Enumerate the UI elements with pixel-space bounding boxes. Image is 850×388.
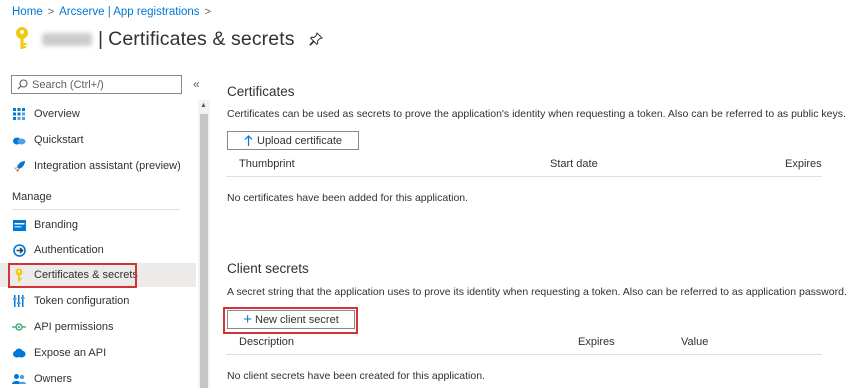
authentication-icon <box>12 243 26 257</box>
column-expires[interactable]: Expires <box>785 158 822 170</box>
sidebar-item-label: Expose an API <box>34 347 107 359</box>
branding-icon <box>12 218 26 232</box>
sidebar-item-integration-assistant[interactable]: Integration assistant (preview) <box>0 154 196 178</box>
quickstart-cloud-icon <box>12 133 26 147</box>
overview-grid-icon <box>12 107 26 121</box>
scroll-up-icon[interactable]: ▲ <box>200 102 207 109</box>
column-start-date[interactable]: Start date <box>550 158 598 170</box>
sidebar-item-overview[interactable]: Overview <box>0 102 196 126</box>
client-secrets-table-header: Description Expires Value <box>226 331 822 355</box>
sidebar-section-manage: Manage <box>12 191 52 203</box>
breadcrumb-home[interactable]: Home <box>12 6 43 18</box>
api-permissions-icon <box>12 320 26 334</box>
sidebar-item-expose-an-api[interactable]: Expose an API <box>0 341 196 365</box>
upload-arrow-icon <box>244 134 253 146</box>
sidebar-item-label: Token configuration <box>34 295 130 307</box>
sidebar: Search (Ctrl+/) « ▲ Overview Quickstart <box>0 70 210 388</box>
rocket-icon <box>12 159 26 173</box>
sidebar-item-authentication[interactable]: Authentication <box>0 238 196 262</box>
app-name-redacted <box>42 32 92 46</box>
certificates-description: Certificates can be used as secrets to p… <box>227 108 846 120</box>
sidebar-scrollbar[interactable]: ▲ <box>198 100 210 388</box>
sidebar-item-token-configuration[interactable]: Token configuration <box>0 289 196 313</box>
search-icon <box>17 79 28 90</box>
scrollbar-thumb[interactable] <box>200 114 208 388</box>
main-content: Certificates Certificates can be used as… <box>223 70 850 388</box>
column-value[interactable]: Value <box>681 336 708 348</box>
column-expires[interactable]: Expires <box>578 336 615 348</box>
page-title: Certificates & secrets <box>108 27 295 50</box>
token-bars-icon <box>12 294 26 308</box>
certificates-table-header: Thumbprint Start date Expires <box>226 153 822 177</box>
search-input[interactable]: Search (Ctrl+/) <box>11 75 182 94</box>
breadcrumb: Home > Arcserve | App registrations > <box>12 4 216 20</box>
upload-certificate-button[interactable]: Upload certificate <box>227 131 359 150</box>
sidebar-item-branding[interactable]: Branding <box>0 213 196 237</box>
selection-highlight-box <box>8 263 137 288</box>
sidebar-item-label: API permissions <box>34 321 114 333</box>
client-secrets-empty-message: No client secrets have been created for … <box>227 370 485 382</box>
sidebar-item-label: Quickstart <box>34 134 84 146</box>
certificates-heading: Certificates <box>227 84 295 99</box>
sidebar-item-owners[interactable]: Owners <box>0 367 196 388</box>
certificates-empty-message: No certificates have been added for this… <box>227 192 469 204</box>
button-highlight-box <box>223 307 358 334</box>
page-header: | Certificates & secrets <box>12 24 323 54</box>
sidebar-item-label: Owners <box>34 373 72 385</box>
breadcrumb-separator: > <box>47 6 55 18</box>
cloud-icon <box>12 346 26 360</box>
breadcrumb-separator: > <box>204 6 211 18</box>
owners-icon <box>12 372 26 386</box>
client-secrets-heading: Client secrets <box>227 261 309 276</box>
sidebar-item-label: Overview <box>34 108 80 120</box>
upload-certificate-label: Upload certificate <box>257 134 342 147</box>
collapse-sidebar-icon[interactable]: « <box>193 78 200 90</box>
key-icon <box>16 27 28 49</box>
breadcrumb-app-registrations[interactable]: Arcserve | App registrations <box>59 6 199 18</box>
sidebar-item-label: Authentication <box>34 244 104 256</box>
column-thumbprint[interactable]: Thumbprint <box>239 158 295 170</box>
column-description[interactable]: Description <box>239 336 294 348</box>
sidebar-item-label: Branding <box>34 219 79 231</box>
page-title-separator: | <box>98 27 104 50</box>
client-secrets-description: A secret string that the application use… <box>227 286 847 298</box>
search-placeholder: Search (Ctrl+/) <box>32 78 104 91</box>
sidebar-item-quickstart[interactable]: Quickstart <box>0 128 196 152</box>
pin-icon[interactable] <box>308 32 323 46</box>
sidebar-item-api-permissions[interactable]: API permissions <box>0 315 196 339</box>
section-divider <box>12 209 180 210</box>
sidebar-item-label: Integration assistant (preview) <box>34 160 181 172</box>
